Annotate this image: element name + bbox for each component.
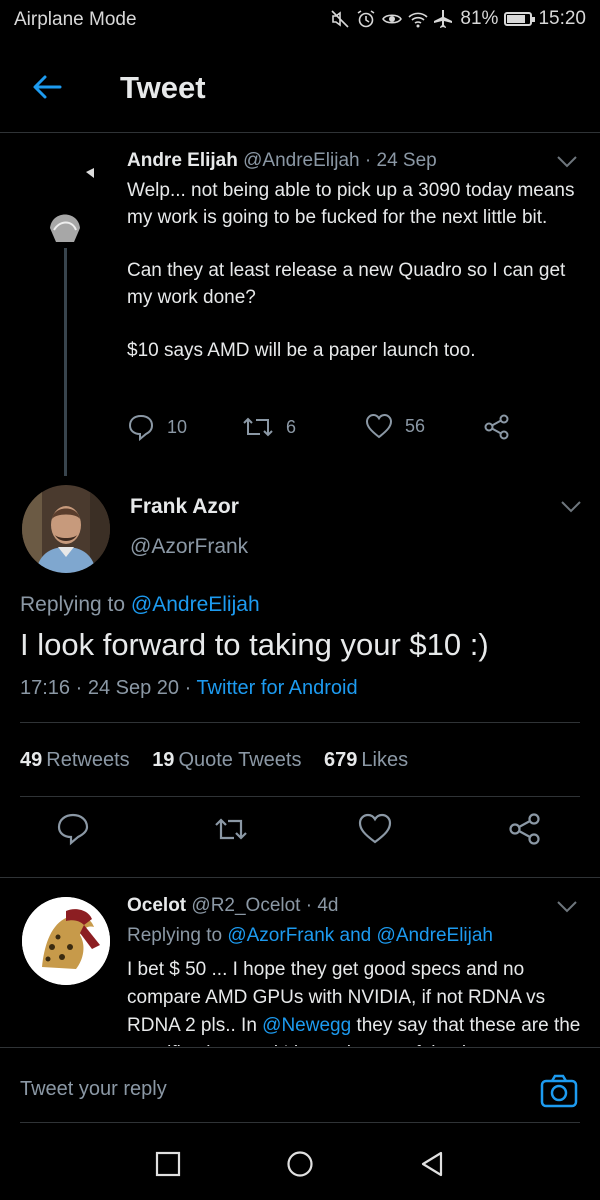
author-handle[interactable]: @AndreElijah (243, 150, 359, 171)
thread-connector-line (64, 248, 67, 476)
reply-composer: Tweet your reply (0, 1047, 600, 1124)
parent-tweet-text: Welp... not being able to pick up a 3090… (127, 178, 582, 365)
tweet-text: I look forward to taking your $10 :) (20, 627, 489, 662)
avatar-ocelot[interactable] (22, 897, 110, 985)
retweet-icon (243, 417, 273, 437)
likes-count: 679 (324, 749, 358, 771)
mute-icon (331, 10, 349, 28)
chevron-down-icon[interactable] (556, 155, 578, 169)
status-mode: Airplane Mode (14, 9, 137, 30)
wifi-icon (408, 12, 428, 28)
heart-icon[interactable] (358, 812, 392, 846)
parent-tweet-header: Andre Elijah @AndreElijah · 24 Sep (127, 150, 437, 172)
avatar-frank-azor[interactable] (22, 485, 110, 573)
author-name[interactable]: Ocelot (127, 895, 186, 916)
quote-tweets-count: 19 (152, 749, 175, 771)
retweets-count: 49 (20, 749, 43, 771)
share-icon[interactable] (483, 413, 511, 441)
tweet-age[interactable]: 4d (317, 895, 338, 916)
battery-percent: 81% (460, 8, 499, 29)
likes-stat[interactable]: 679 Likes (324, 749, 408, 771)
tweet-paragraph: Welp... not being able to pick up a 3090… (127, 180, 575, 228)
separator-dot: · (364, 150, 372, 171)
mention-link[interactable]: @AndreElijah (377, 925, 493, 946)
recent-apps-icon[interactable] (154, 1150, 182, 1178)
tweet-timestamp: 17:16 · 24 Sep 20 · (20, 677, 192, 699)
divider (20, 722, 580, 723)
focused-tweet-actions (0, 812, 600, 862)
retweet-button[interactable]: 6 (242, 413, 296, 441)
reply-tweet-header: Ocelot @R2_Ocelot · 4d (127, 895, 339, 917)
author-handle[interactable]: @AzorFrank (130, 535, 248, 559)
mention-link[interactable]: @AndreElijah (131, 593, 260, 616)
airplane-icon (434, 10, 453, 28)
tweet-source-link[interactable]: Twitter for Android (196, 677, 357, 699)
battery-fill (507, 15, 526, 23)
reply-icon (128, 414, 154, 441)
battery-icon (504, 12, 536, 26)
mention-link[interactable]: @Newegg (262, 1015, 351, 1036)
likes-label: Likes (361, 749, 409, 771)
replying-and: and (339, 925, 372, 946)
replying-to: Replying to @AzorFrank and @AndreElijah (127, 925, 493, 947)
camera-icon[interactable] (540, 1074, 578, 1108)
author-handle[interactable]: @R2_Ocelot (191, 895, 300, 916)
chevron-down-icon[interactable] (556, 900, 578, 914)
reply-count: 10 (167, 416, 188, 437)
status-time: 15:20 (538, 8, 586, 29)
retweets-label: Retweets (46, 749, 130, 771)
status-bar: Airplane Mode 81% 15:20 (0, 0, 600, 40)
reply-icon[interactable] (56, 812, 90, 846)
reply-input[interactable]: Tweet your reply (20, 1078, 167, 1101)
quote-tweets-stat[interactable]: 19 Quote Tweets (152, 749, 301, 771)
separator-dot: · (305, 895, 313, 916)
eye-icon (382, 14, 403, 24)
parent-tweet-actions: 10 6 56 (127, 413, 527, 445)
reply-tweet-text: I bet $ 50 ... I hope they get good spec… (127, 956, 587, 1046)
tweet-stats: 49 Retweets 19 Quote Tweets 679 Likes (20, 749, 425, 772)
system-navigation-bar (0, 1124, 600, 1200)
divider (20, 796, 580, 797)
reply-button[interactable]: 10 (127, 413, 187, 441)
mention-link[interactable]: @AzorFrank (227, 925, 334, 946)
retweets-stat[interactable]: 49 Retweets (20, 749, 130, 771)
author-name[interactable]: Frank Azor (130, 495, 239, 519)
replying-to-label: Replying to (20, 593, 126, 616)
back-arrow-icon[interactable] (30, 70, 64, 104)
tweet-paragraph: $10 says AMD will be a paper launch too. (127, 340, 476, 361)
status-icons: 81% 15:20 (330, 8, 586, 30)
retweet-icon[interactable] (214, 812, 248, 846)
alarm-icon (357, 10, 375, 28)
replying-to-label: Replying to (127, 925, 223, 946)
home-icon[interactable] (286, 1150, 314, 1178)
top-app-bar: Tweet (0, 40, 600, 133)
quote-tweets-label: Quote Tweets (178, 749, 302, 771)
like-button[interactable]: 56 (365, 413, 425, 439)
author-name[interactable]: Andre Elijah (127, 150, 238, 171)
avatar-andre-elijah[interactable] (30, 150, 100, 245)
like-count: 56 (405, 415, 426, 436)
back-nav-icon[interactable] (418, 1150, 446, 1178)
replying-to: Replying to @AndreElijah (20, 593, 260, 617)
divider (20, 1122, 580, 1123)
chevron-down-icon[interactable] (560, 500, 582, 514)
share-icon[interactable] (508, 812, 542, 846)
divider (0, 877, 600, 878)
tweet-date[interactable]: 24 Sep (377, 150, 437, 171)
retweet-count: 6 (286, 416, 297, 437)
tweet-meta: 17:16 · 24 Sep 20 · Twitter for Android (20, 677, 358, 700)
heart-icon (365, 413, 393, 439)
page-title: Tweet (120, 70, 206, 105)
tweet-paragraph: Can they at least release a new Quadro s… (127, 260, 566, 308)
